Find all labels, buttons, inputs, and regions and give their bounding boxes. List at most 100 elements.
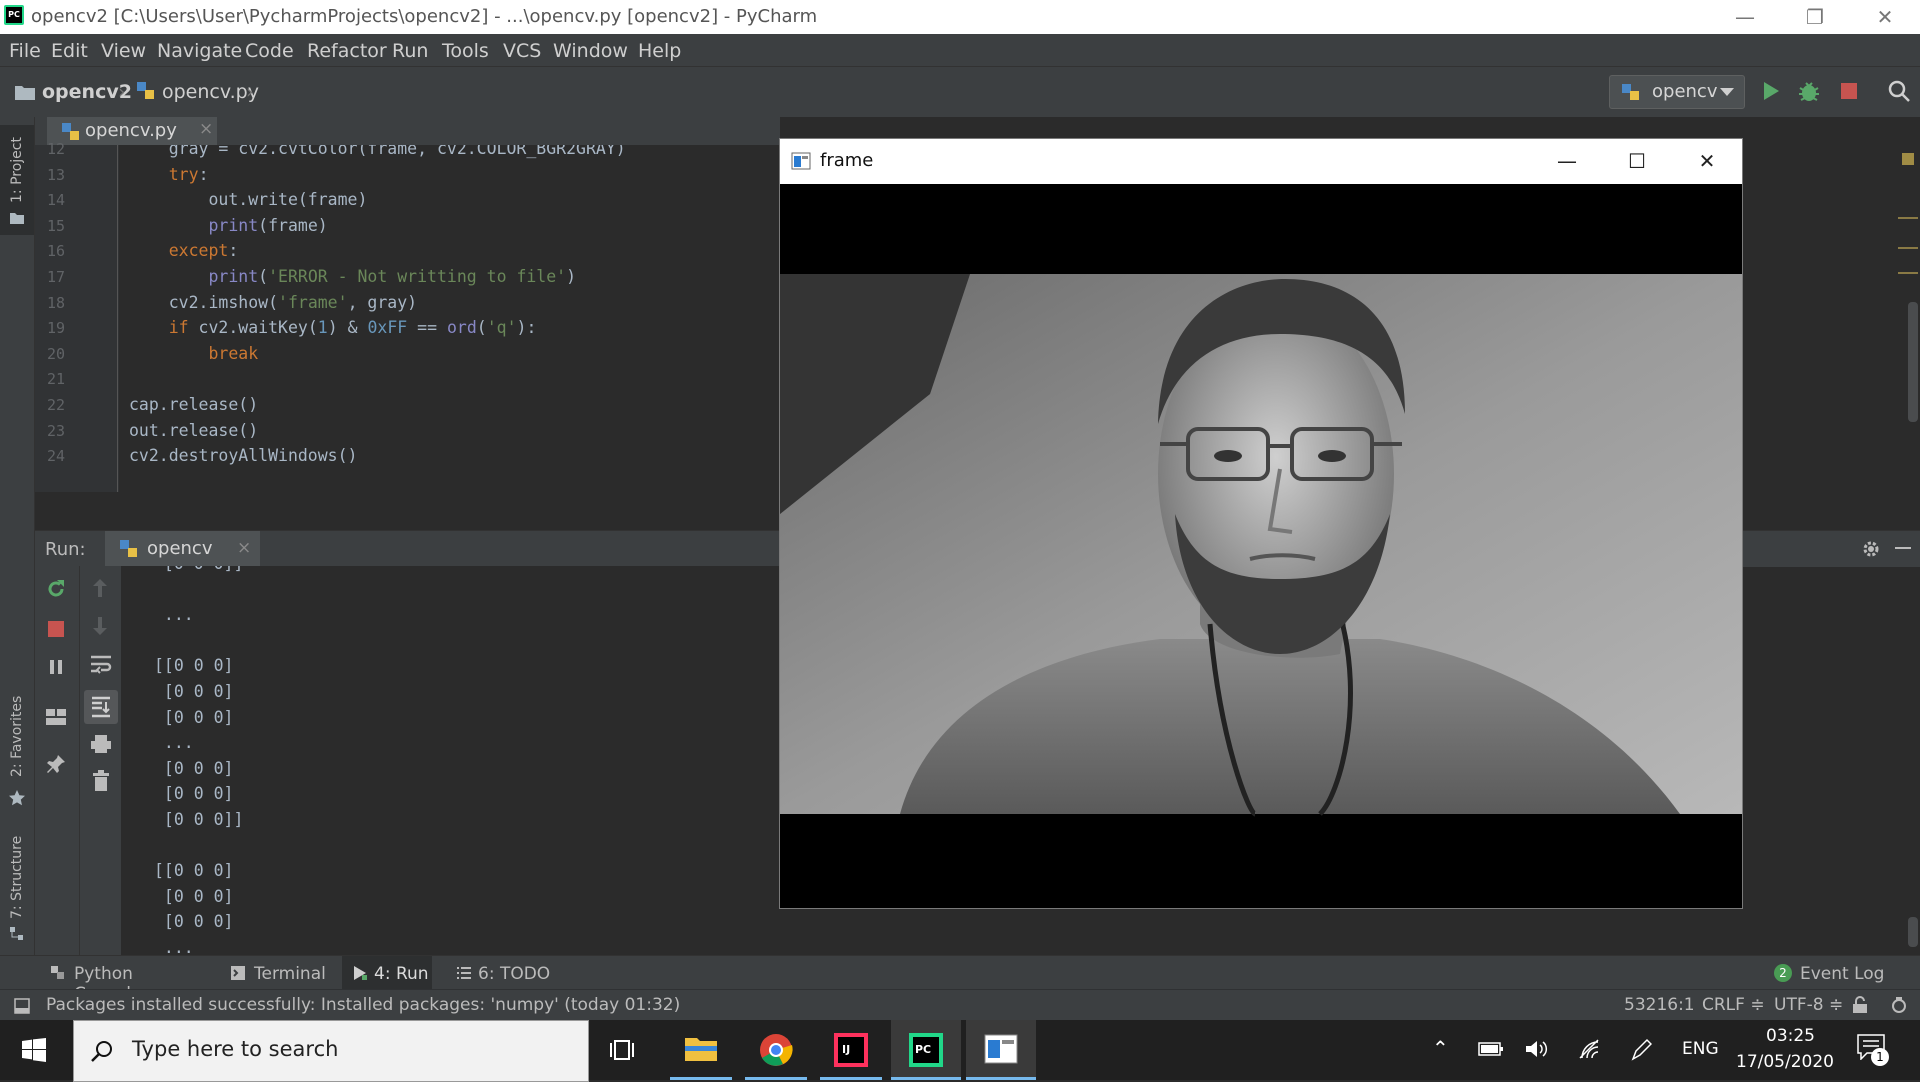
run-tool-label: 4: Run [374,964,429,984]
taskbar-search-box[interactable]: Type here to search [73,1020,589,1082]
frame-window-title: frame [820,150,874,171]
frame-window-title-bar[interactable]: frame — ☐ ✕ [780,139,1742,184]
pause-icon[interactable] [47,658,65,676]
taskbar-file-explorer[interactable] [666,1020,736,1080]
battery-icon[interactable] [1478,1040,1504,1058]
favorites-tool-label: 2: Favorites [9,695,25,777]
menu-run[interactable]: Run [392,40,428,62]
pin-icon[interactable] [46,754,66,774]
menu-file[interactable]: File [9,40,41,62]
arrow-up-icon[interactable] [92,578,108,598]
menu-view[interactable]: View [101,40,146,62]
close-tab-icon[interactable]: × [199,119,213,139]
menu-navigate[interactable]: Navigate [157,40,242,62]
code-line: if cv2.waitKey(1) & 0xFF == ord('q'): [168,318,537,338]
line-number: 19 [46,319,65,338]
todo-tab[interactable]: 6: TODO [452,956,552,990]
terminal-icon [231,966,245,980]
scroll-to-end-button[interactable] [84,690,118,724]
print-icon[interactable] [90,734,112,754]
wifi-icon[interactable] [1578,1038,1602,1060]
trash-icon[interactable] [92,770,110,792]
taskbar-chrome[interactable] [741,1020,811,1080]
editor-tab-opencv-py[interactable]: opencv.py × [47,117,217,148]
debug-icon[interactable] [1798,80,1820,102]
structure-icon [10,927,23,940]
run-tool-tab[interactable]: 4: Run [342,956,432,990]
close-button[interactable]: ✕ [1850,0,1920,34]
gear-icon[interactable] [1861,539,1881,559]
search-icon[interactable] [1888,80,1910,102]
run-console-output[interactable]: [0 0 0]] ... [[0 0 0] [0 0 0] [0 0 0] ...… [121,566,780,955]
intellij-icon: IJ [834,1033,868,1067]
status-message[interactable]: Packages installed successfully: Install… [46,995,680,1015]
line-number: 23 [46,421,65,440]
pycharm-logo-icon [4,5,24,25]
soft-wrap-icon[interactable] [90,654,112,674]
caret-position[interactable]: 53216:1 [1624,995,1695,1015]
arrow-down-icon[interactable] [92,616,108,636]
project-tool-tab[interactable]: 1: Project [0,125,34,235]
run-configuration-dropdown[interactable]: opencv [1609,75,1745,109]
frame-maximize-button[interactable]: ☐ [1602,139,1672,184]
console-line: [[0 0 0] [154,656,234,676]
frame-close-button[interactable]: ✕ [1672,139,1742,184]
menu-window[interactable]: Window [553,40,628,62]
search-placeholder: Type here to search [132,1037,339,1061]
stop-icon[interactable] [47,620,65,638]
layout-icon[interactable] [45,708,67,726]
event-log-tab[interactable]: 2 Event Log [1770,956,1890,990]
window-title: opencv2 [C:\Users\User\PycharmProjects\o… [31,6,818,27]
editor-scrollbar[interactable] [1908,302,1918,422]
lock-icon[interactable] [1852,996,1868,1014]
error-stripe-mark[interactable] [1898,217,1918,219]
taskbar-pycharm[interactable]: PC [891,1020,961,1080]
run-tab-opencv[interactable]: opencv × [105,531,260,567]
error-stripe-mark[interactable] [1898,272,1918,274]
inspector-icon[interactable] [1890,996,1908,1014]
taskbar-intellij[interactable]: IJ [816,1020,886,1080]
code-editor[interactable]: gray = cv2.cvtColor(frame, cv2.COLOR_BGR… [119,145,780,492]
run-icon[interactable] [1762,81,1780,101]
python-console-tab[interactable]: Python Console [42,956,202,1004]
input-language[interactable]: ENG [1682,1039,1719,1059]
stop-icon[interactable] [1840,82,1858,100]
frame-minimize-button[interactable]: — [1532,139,1602,184]
rerun-icon[interactable] [45,578,67,600]
console-scrollbar[interactable] [1908,917,1918,947]
pen-icon[interactable] [1630,1038,1652,1062]
hide-panel-icon[interactable] [1895,547,1911,549]
toggle-tool-windows-icon[interactable] [14,998,30,1014]
menu-vcs[interactable]: VCS [503,40,541,62]
taskbar-clock[interactable]: 03:25 17/05/2020 [1730,1020,1850,1080]
task-view-icon[interactable] [610,1038,636,1062]
terminal-tab[interactable]: Terminal [222,956,332,990]
menu-tools[interactable]: Tools [442,40,489,62]
windows-start-icon[interactable] [22,1038,46,1062]
python-file-icon [137,82,154,99]
close-run-tab-icon[interactable]: × [237,538,251,558]
line-separator[interactable]: CRLF ≑ [1702,995,1765,1015]
favorites-tool-tab[interactable]: 2: Favorites [0,677,34,807]
breadcrumb-file[interactable]: opencv.py [162,81,259,103]
restore-button[interactable]: ❐ [1780,0,1850,34]
inspection-indicator-icon[interactable] [1902,153,1914,165]
event-log-badge: 2 [1774,964,1792,982]
menu-code[interactable]: Code [245,40,294,62]
minimize-button[interactable]: — [1710,0,1780,34]
volume-icon[interactable] [1524,1038,1550,1060]
menu-help[interactable]: Help [638,40,681,62]
file-encoding[interactable]: UTF-8 ≑ [1774,995,1843,1015]
bottom-tool-window-bar: Python Console Terminal 4: Run 6: TODO 2… [0,955,1920,1004]
taskbar-frame-window[interactable] [966,1020,1036,1080]
code-line: break [208,343,259,363]
console-line: [0 0 0] [154,707,234,727]
line-number: 22 [46,396,65,414]
show-hidden-icons-icon[interactable]: ⌃ [1432,1036,1449,1060]
menu-refactor[interactable]: Refactor [307,40,387,62]
menu-edit[interactable]: Edit [51,40,88,62]
error-stripe-mark[interactable] [1898,247,1918,249]
structure-tool-tab[interactable]: 7: Structure [0,827,34,947]
action-center-button[interactable]: 1 [1855,1032,1895,1068]
folder-icon [15,86,35,100]
